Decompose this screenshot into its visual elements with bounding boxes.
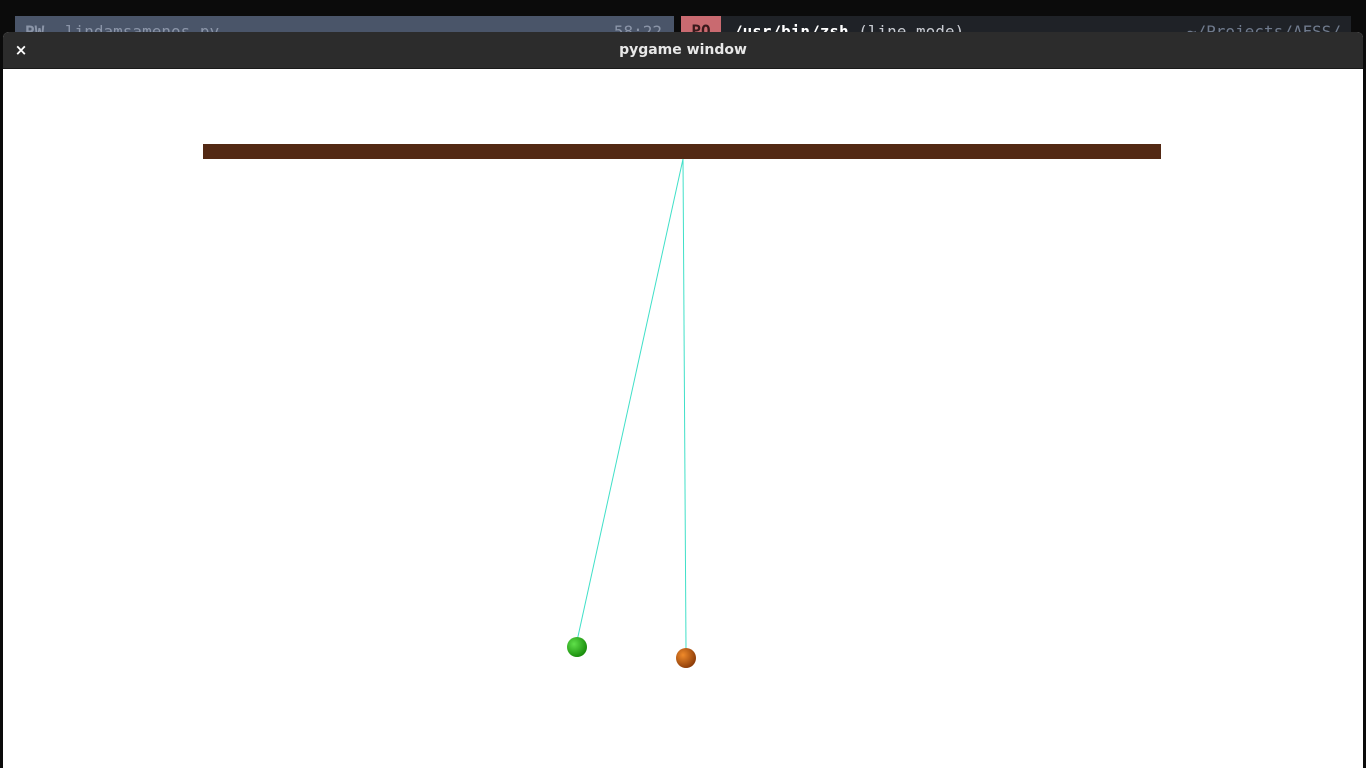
window-titlebar[interactable]: × pygame window (3, 32, 1363, 69)
close-button[interactable]: × (11, 40, 31, 60)
pendulum-bob-green (567, 637, 587, 657)
pendulum-string-orange (682, 158, 687, 651)
pygame-window: × pygame window (3, 32, 1363, 768)
pendulum-scene (203, 144, 1161, 668)
pendulum-bob-orange (676, 648, 696, 668)
window-title: pygame window (619, 42, 747, 58)
pendulum-string-green (576, 158, 684, 642)
ceiling-bar (203, 144, 1161, 159)
game-canvas[interactable] (3, 69, 1363, 768)
